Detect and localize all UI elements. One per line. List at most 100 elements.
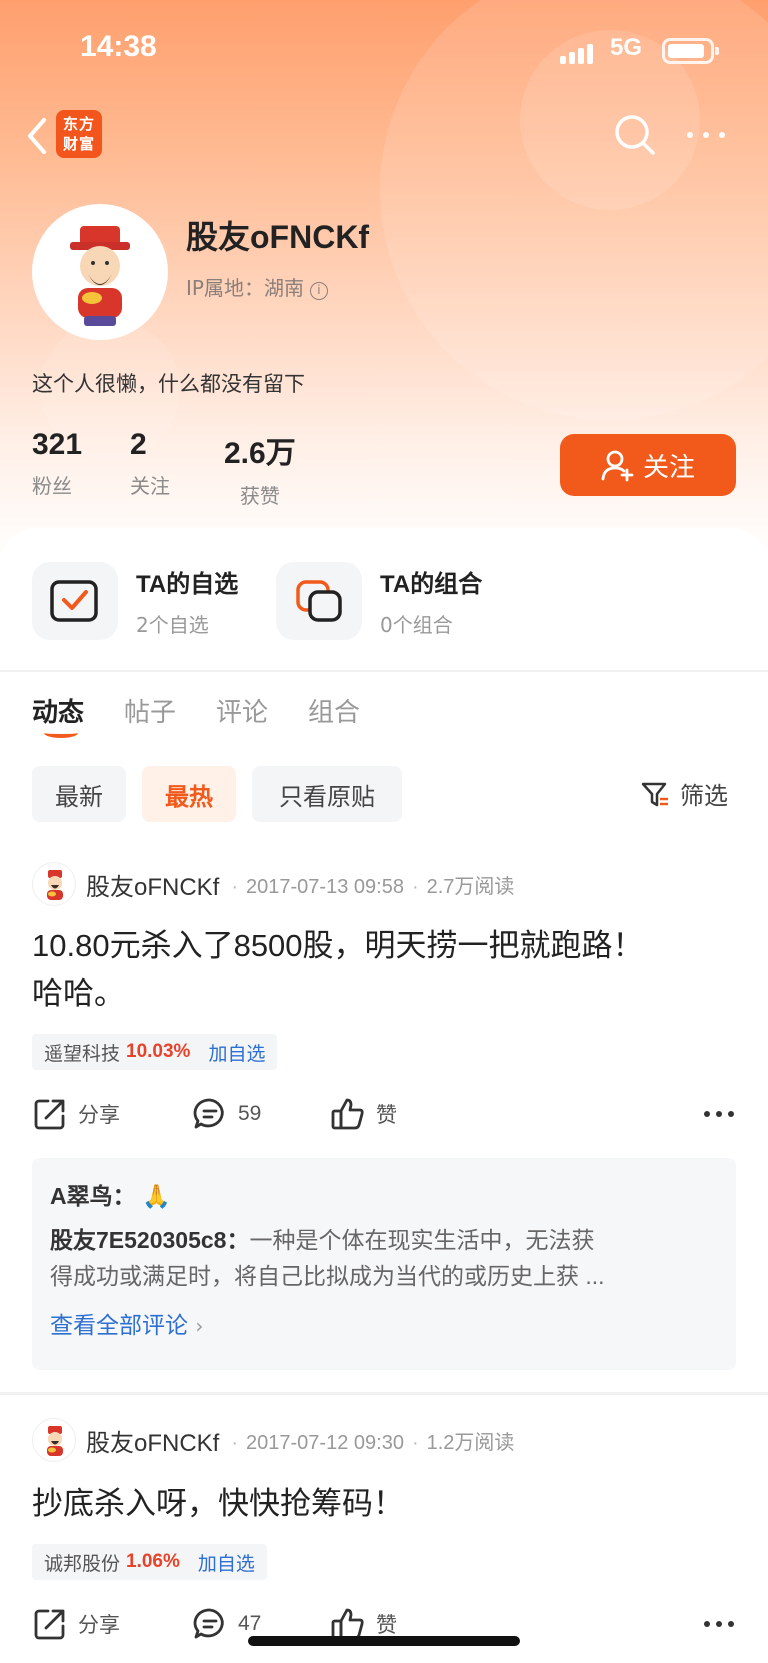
comment-line: 股友7E520305c8：一种是个体在现实生活中，无法获 <box>50 1222 718 1258</box>
tab-comments[interactable]: 评论 <box>216 692 268 729</box>
view-all-label: 查看全部评论 <box>50 1313 188 1339</box>
comment-text-continuation: 得成功或满足时，将自己比拟成为当代的或历史上获 ... <box>50 1263 605 1289</box>
battery-icon <box>662 38 719 64</box>
shortcut-subtitle: 2个自选 <box>136 613 209 637</box>
active-tab-indicator <box>44 728 78 738</box>
stat-label: 粉丝 <box>32 474 72 498</box>
tab-activity[interactable]: 动态 <box>32 692 85 738</box>
comment-button[interactable]: 59 <box>192 1096 261 1132</box>
comment-line: A翠鸟： 🙏 <box>50 1178 718 1214</box>
stock-name: 诚邦股份 <box>44 1552 121 1575</box>
filter-original-only[interactable]: 只看原贴 <box>252 766 402 822</box>
filter-hot[interactable]: 最热 <box>142 766 236 822</box>
stat-label: 关注 <box>130 474 170 498</box>
tab-label: 动态 <box>32 698 85 728</box>
watchlist-shortcut[interactable]: TA的自选 2个自选 <box>32 562 238 640</box>
caishen-avatar-icon <box>70 226 130 326</box>
like-label: 赞 <box>376 1104 397 1127</box>
stat-fans[interactable]: 321 粉丝 <box>32 428 82 499</box>
post-date: 2017-07-12 09:30 <box>246 1431 404 1454</box>
post-meta: · 2017-07-12 09:30 · 1.2万阅读 <box>231 1431 515 1454</box>
signal-icon <box>560 40 600 64</box>
tab-portfolio[interactable]: 组合 <box>308 692 360 729</box>
share-button[interactable]: 分享 <box>32 1606 120 1642</box>
stat-likes[interactable]: 2.6万 获赞 <box>224 428 296 509</box>
shortcut-subtitle: 0个组合 <box>380 613 453 637</box>
profile-nickname: 股友oFNCKf <box>186 219 370 255</box>
avatar[interactable] <box>32 862 76 906</box>
stat-label: 获赞 <box>239 484 280 508</box>
follow-label: 关注 <box>642 452 695 483</box>
status-time: 14:38 <box>80 30 157 63</box>
caishen-avatar-icon <box>47 1426 63 1456</box>
stat-value: 2.6万 <box>224 437 296 470</box>
comment-preview[interactable]: A翠鸟： 🙏 股友7E520305c8：一种是个体在现实生活中，无法获 得成功或… <box>32 1158 736 1370</box>
add-user-icon <box>601 450 634 482</box>
divider <box>0 670 768 672</box>
portfolio-shortcut[interactable]: TA的组合 0个组合 <box>276 562 482 640</box>
back-button[interactable] <box>18 112 58 160</box>
info-icon[interactable]: i <box>309 282 328 300</box>
divider <box>0 1392 768 1395</box>
ip-location-text: IP属地：湖南 <box>186 276 304 300</box>
portfolio-icon <box>276 562 362 640</box>
ellipsis-icon <box>704 1111 734 1117</box>
stat-value: 321 <box>32 428 83 461</box>
ip-location: IP属地：湖南 i <box>186 272 328 301</box>
search-button[interactable] <box>612 112 658 158</box>
commenter-name[interactable]: A翠鸟： <box>50 1183 136 1209</box>
filter-button[interactable]: 筛选 <box>640 776 728 811</box>
caishen-avatar-icon <box>47 870 63 900</box>
comment-count: 47 <box>238 1612 262 1635</box>
comment-text: 一种是个体在现实生活中，无法获 <box>249 1227 595 1253</box>
post-author[interactable]: 股友oFNCKf <box>86 1423 219 1458</box>
filter-label: 筛选 <box>680 782 728 810</box>
post-actions: 分享 59 赞 <box>32 1096 736 1136</box>
like-button[interactable]: 赞 <box>330 1096 397 1132</box>
shortcut-title: TA的自选 <box>136 571 239 598</box>
post-content[interactable]: 抄底杀入呀，快快抢筹码！ <box>32 1480 732 1528</box>
stock-tag[interactable]: 遥望科技 10.03% 加自选 <box>32 1034 278 1070</box>
comment-text: 🙏 <box>142 1183 171 1209</box>
filter-latest[interactable]: 最新 <box>32 766 126 822</box>
stock-tag[interactable]: 诚邦股份 1.06% 加自选 <box>32 1544 267 1580</box>
thumbs-up-icon <box>331 1098 364 1130</box>
post-header: 股友oFNCKf · 2017-07-12 09:30 · 1.2万阅读 <box>32 1418 514 1462</box>
post-text-line: 哈哈。 <box>32 976 125 1011</box>
chevron-right-icon: › <box>195 1314 204 1338</box>
tab-posts[interactable]: 帖子 <box>124 692 176 729</box>
more-options-button[interactable] <box>684 118 728 152</box>
post-header: 股友oFNCKf · 2017-07-13 09:58 · 2.7万阅读 <box>32 862 514 906</box>
home-indicator[interactable] <box>248 1636 520 1646</box>
add-watchlist-link[interactable]: 加自选 <box>208 1039 265 1066</box>
shortcut-title: TA的组合 <box>380 571 483 598</box>
profile-bio: 这个人很懒，什么都没有留下 <box>32 372 305 396</box>
stock-name: 遥望科技 <box>44 1042 121 1065</box>
share-label: 分享 <box>78 1104 120 1127</box>
post-author[interactable]: 股友oFNCKf <box>86 867 219 902</box>
add-watchlist-link[interactable]: 加自选 <box>198 1549 255 1576</box>
content-tabs: 动态 帖子 评论 组合 <box>32 692 360 738</box>
avatar[interactable] <box>32 1418 76 1462</box>
status-bar: 14:38 5G <box>0 0 768 100</box>
share-button[interactable]: 分享 <box>32 1096 120 1132</box>
filter-icon <box>641 782 668 806</box>
avatar[interactable] <box>32 204 168 340</box>
share-label: 分享 <box>78 1614 120 1637</box>
post-reads: 2.7万阅读 <box>426 875 515 898</box>
ellipsis-icon <box>687 132 725 138</box>
view-all-comments-link[interactable]: 查看全部评论 › <box>50 1306 718 1340</box>
app-logo[interactable]: 东方 财富 <box>56 110 102 158</box>
stat-following[interactable]: 2 关注 <box>130 428 170 499</box>
post-date: 2017-07-13 09:58 <box>246 875 404 898</box>
post-content[interactable]: 10.80元杀入了8500股，明天捞一把就跑路！ 哈哈。 <box>32 922 732 1018</box>
search-icon <box>615 115 655 155</box>
share-icon <box>34 1099 65 1130</box>
post-more-button[interactable] <box>702 1612 736 1636</box>
follow-button[interactable]: 关注 <box>560 434 736 496</box>
network-type: 5G <box>610 34 643 61</box>
comment-icon <box>193 1098 224 1129</box>
post-text-line: 抄底杀入呀，快快抢筹码！ <box>32 1486 404 1521</box>
post-more-button[interactable] <box>702 1102 736 1126</box>
commenter-name[interactable]: 股友7E520305c8： <box>50 1227 249 1253</box>
